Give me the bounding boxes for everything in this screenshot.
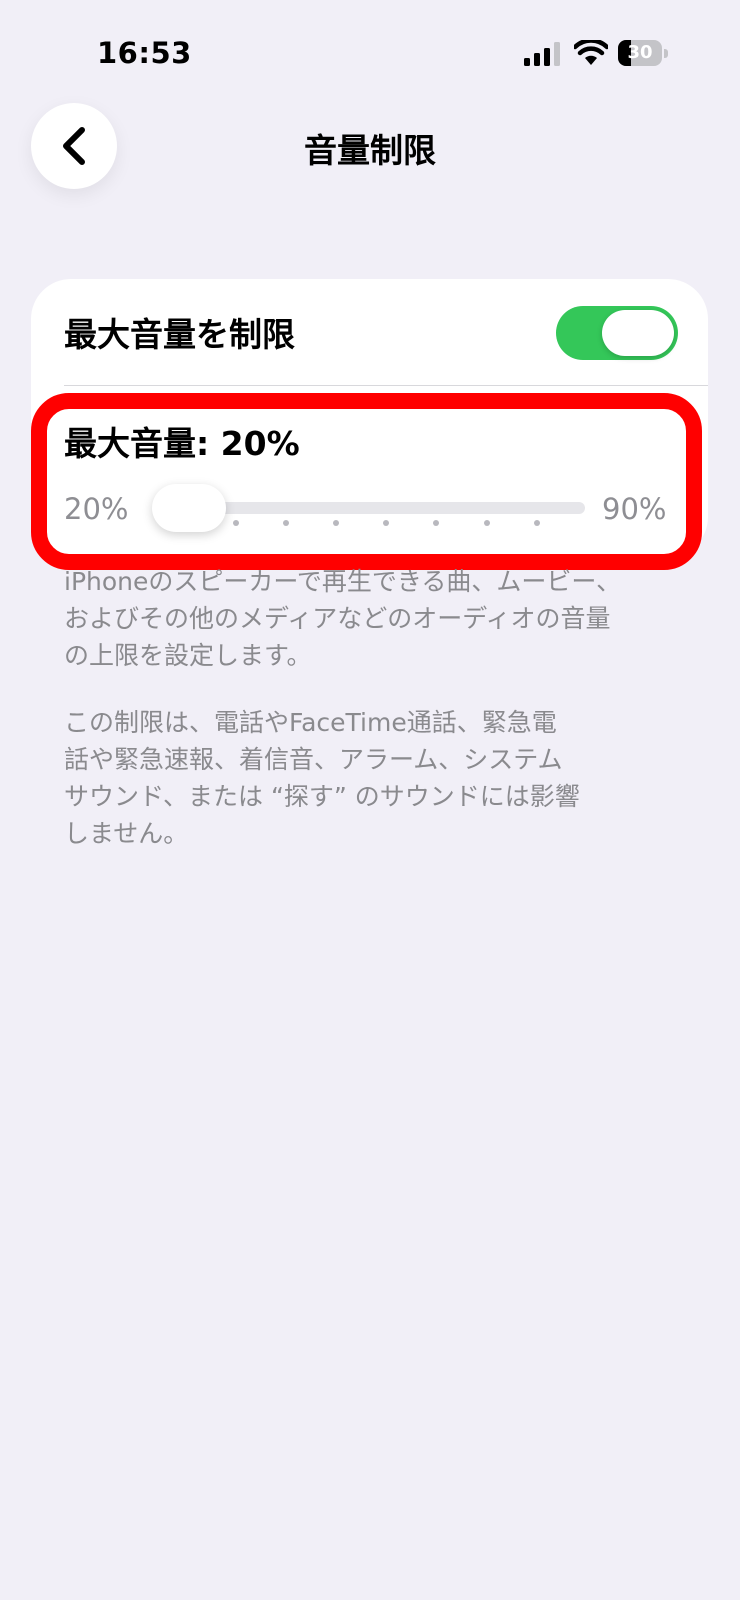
battery-percentage: 30 [627,42,653,63]
footer-note: この制限は、電話やFaceTime通話、緊急電 話や緊急速報、着信音、アラーム、… [64,708,580,848]
page-title: 音量制限 [304,131,436,170]
battery-icon: 30 [618,40,670,66]
battery-body: 30 [618,40,662,66]
battery-tip [664,49,668,58]
max-volume-label: 最大音量: 20% [64,424,300,463]
slider-tick [484,520,490,526]
limit-volume-label: 最大音量を制限 [64,315,295,354]
slider-max-label: 90% [602,492,667,526]
slider-tick [283,520,289,526]
toggle-knob [602,310,674,356]
limit-volume-toggle[interactable] [556,306,678,360]
divider [64,385,708,386]
slider-tick [534,520,540,526]
status-time: 16:53 [97,36,192,70]
footer-description: iPhoneのスピーカーで再生できる曲、ムービー、 およびその他のメディアなどの… [64,567,622,670]
slider-tick [333,520,339,526]
cellular-signal-icon [524,42,560,66]
slider-tick [383,520,389,526]
status-bar: 16:53 30 [0,0,740,100]
slider-min-label: 20% [64,492,129,526]
volume-slider-thumb[interactable] [152,484,226,532]
wifi-icon [574,40,608,65]
slider-tick [433,520,439,526]
slider-tick [233,520,239,526]
